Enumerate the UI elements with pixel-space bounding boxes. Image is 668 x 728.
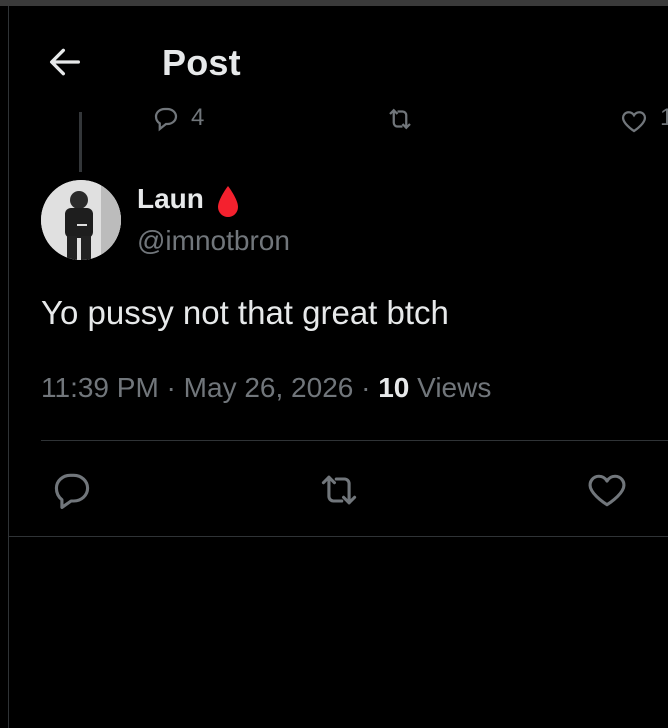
heart-icon[interactable] [617,106,651,141]
divider [41,440,668,441]
meta-separator: · [158,372,184,403]
like-button[interactable] [585,468,629,512]
page-header: Post [9,6,668,106]
back-button[interactable] [45,42,85,82]
reply-button[interactable] [50,468,94,512]
blood-drop-icon [214,184,242,220]
retweet-icon[interactable] [383,104,417,139]
previous-reply-count: 4 [191,104,205,131]
avatar[interactable] [41,180,121,260]
meta-separator: · [353,372,379,403]
post-date[interactable]: May 26, 2026 [184,372,354,403]
post-time[interactable]: 11:39 PM [41,372,159,403]
heart-icon [588,474,626,507]
reply-icon [54,473,90,509]
divider [9,536,668,537]
views-label: Views [409,372,492,403]
previous-like-count: 1K [660,104,668,131]
post-text: Yo pussy not that great btch [41,294,449,331]
reply-icon[interactable] [149,104,183,139]
avatar-photo [41,180,121,260]
author-handle[interactable]: @imnotbron [137,225,290,257]
page-title: Post [162,42,241,83]
retweet-icon [321,475,357,505]
retweet-button[interactable] [317,468,361,512]
thread-connector [79,112,82,172]
back-arrow-icon [50,48,81,76]
post-metadata: 11:39 PM · May 26, 2026 · 10 Views [41,372,491,404]
views-count[interactable]: 10 [378,372,409,403]
author-display-name[interactable]: Laun [137,183,204,215]
